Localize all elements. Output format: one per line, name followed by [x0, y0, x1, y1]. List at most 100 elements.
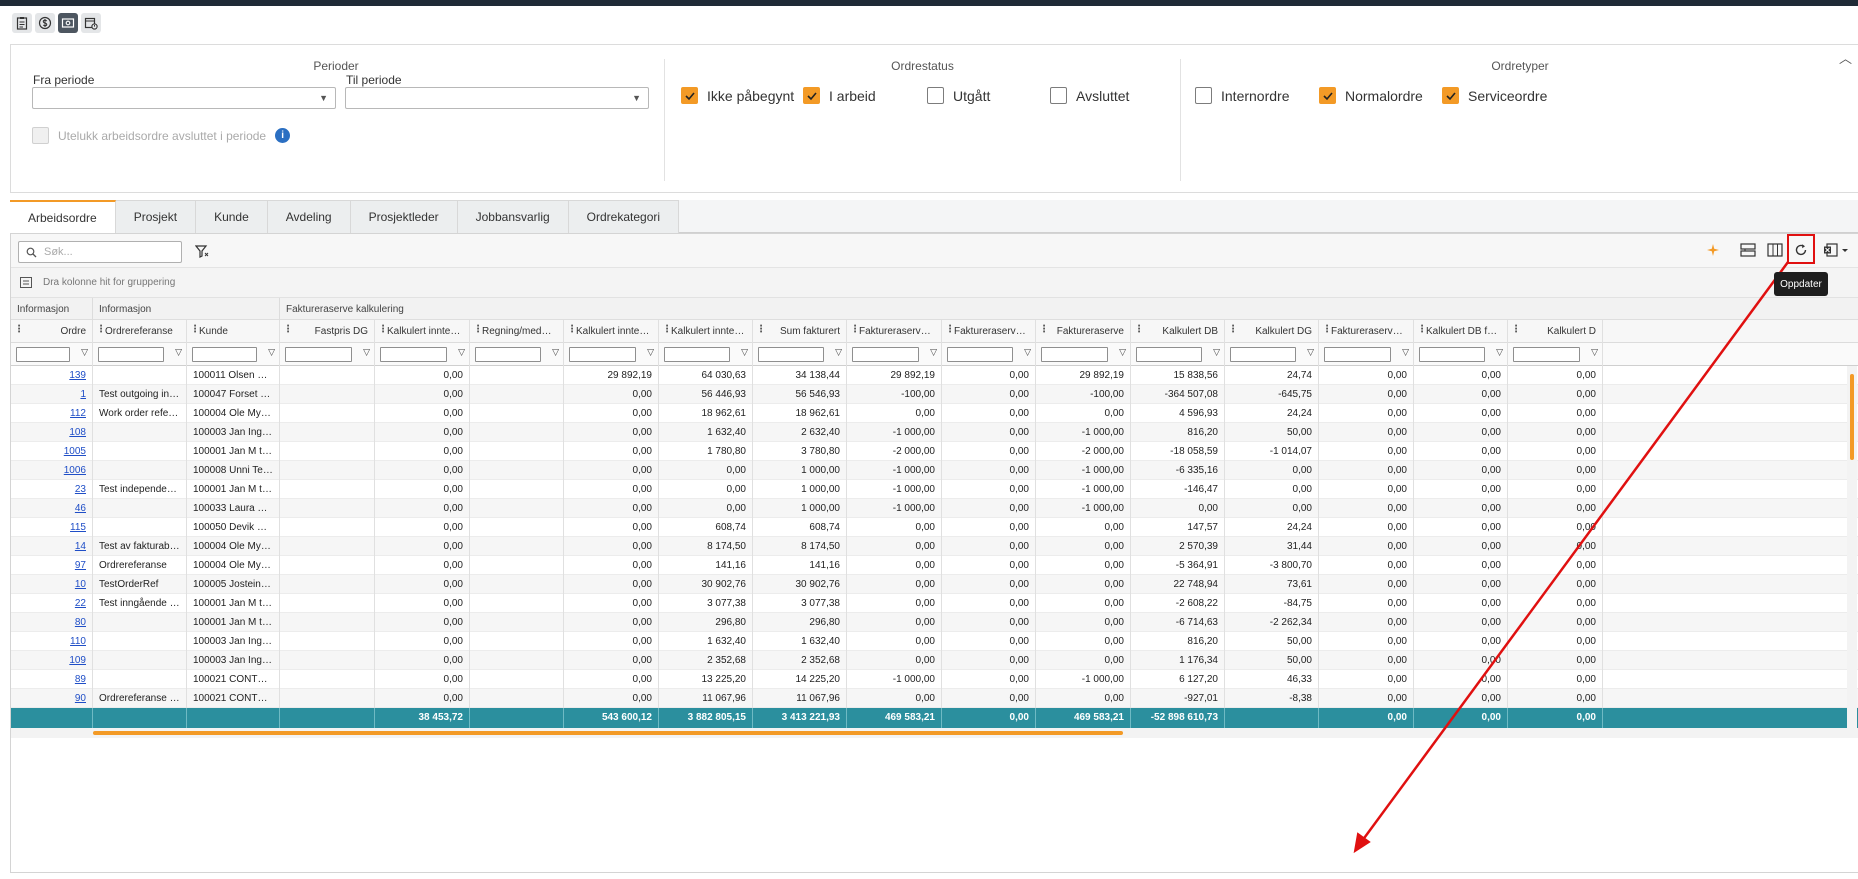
- column-header[interactable]: ⋮ Kunde: [187, 320, 280, 343]
- column-header[interactable]: ⋮ Kalkulert DB forr...: [1414, 320, 1508, 343]
- column-menu-icon[interactable]: ⋮: [1134, 324, 1144, 335]
- column-header[interactable]: ⋮ Kalkulert inntekt ...: [375, 320, 470, 343]
- table-row[interactable]: 23Test independent wa...100001 Jan M tes…: [11, 480, 1858, 499]
- column-menu-icon[interactable]: ⋮: [283, 324, 293, 335]
- dollar-icon[interactable]: [35, 13, 55, 33]
- order-link[interactable]: 10: [11, 575, 93, 594]
- column-filter-input[interactable]: [664, 347, 730, 362]
- order-link[interactable]: 1: [11, 385, 93, 404]
- order-link[interactable]: 108: [11, 423, 93, 442]
- table-row[interactable]: 97 Ordrereferanse 100004 Ole Mydland 0,00 0,…: [11, 556, 1858, 575]
- fra-periode-select[interactable]: ▼: [32, 87, 336, 109]
- column-menu-icon[interactable]: ⋮: [1322, 324, 1332, 335]
- column-header[interactable]: ⋮ Kalkulert DG: [1225, 320, 1319, 343]
- order-link[interactable]: 110: [11, 632, 93, 651]
- table-row[interactable]: 89100021 CONTRACTI...0,000,0013 225,2014…: [11, 670, 1858, 689]
- order-link[interactable]: 80: [11, 613, 93, 632]
- filter-funnel-icon[interactable]: ▽: [1496, 347, 1503, 358]
- column-filter-input[interactable]: [16, 347, 70, 362]
- status-ikke-paabegynt-checkbox[interactable]: Ikke påbegynt: [681, 87, 794, 104]
- table-row[interactable]: 109100003 Jan Inge Høn...0,000,002 352,6…: [11, 651, 1858, 670]
- column-header[interactable]: ⋮ Ordrereferanse: [93, 320, 187, 343]
- column-filter-input[interactable]: [98, 347, 164, 362]
- clipboard-icon[interactable]: [12, 13, 32, 33]
- column-filter-input[interactable]: [758, 347, 824, 362]
- scroll-thumb[interactable]: [93, 731, 1123, 735]
- calendar-clock-icon[interactable]: [81, 13, 101, 33]
- tab-jobbansvarlig[interactable]: Jobbansvarlig: [457, 200, 569, 233]
- table-row[interactable]: 14Test av fakturablankett100004 Ole Mydl…: [11, 537, 1858, 556]
- tab-prosjektleder[interactable]: Prosjektleder: [350, 200, 458, 233]
- table-row[interactable]: 112 Work order reference 100004 Ole Mydlan…: [11, 404, 1858, 423]
- column-menu-icon[interactable]: ⋮: [473, 324, 483, 335]
- order-link[interactable]: 22: [11, 594, 93, 613]
- table-row[interactable]: 10TestOrderRef100005 Jostein Aand... 0,00…: [11, 575, 1858, 594]
- column-filter-input[interactable]: [1041, 347, 1108, 362]
- column-menu-icon[interactable]: ⋮: [1417, 324, 1427, 335]
- column-menu-icon[interactable]: ⋮: [756, 324, 766, 335]
- column-header[interactable]: ⋮ Kalkulert inntekt ...: [564, 320, 659, 343]
- order-link[interactable]: 97: [11, 556, 93, 575]
- column-menu-icon[interactable]: ⋮: [567, 324, 577, 335]
- filter-funnel-icon[interactable]: ▽: [1307, 347, 1314, 358]
- table-row[interactable]: 1005100001 Jan M test en...0,000,001 780…: [11, 442, 1858, 461]
- tab-arbeidsordre[interactable]: Arbeidsordre: [10, 200, 116, 233]
- table-row[interactable]: 139 100011 Olsen Roger 0,00 29 892,19 64 030…: [11, 366, 1858, 385]
- order-link[interactable]: 139: [11, 366, 93, 385]
- filter-clear-icon[interactable]: [195, 245, 209, 258]
- search-input[interactable]: Søk...: [18, 241, 182, 263]
- filter-funnel-icon[interactable]: ▽: [81, 347, 88, 358]
- order-link[interactable]: 109: [11, 651, 93, 670]
- tab-kunde[interactable]: Kunde: [196, 200, 268, 233]
- type-serviceordre-checkbox[interactable]: Serviceordre: [1442, 87, 1547, 104]
- type-internordre-checkbox[interactable]: Internordre: [1195, 87, 1289, 104]
- column-header[interactable]: ⋮ Faktureraserve: [1036, 320, 1131, 343]
- tab-avdeling[interactable]: Avdeling: [267, 200, 351, 233]
- column-header[interactable]: ⋮ Kalkulert D: [1508, 320, 1603, 343]
- column-header[interactable]: ⋮ Ordre: [11, 320, 93, 343]
- table-row[interactable]: 90Ordrereferanse Work...100021 CONTRACTI…: [11, 689, 1858, 708]
- filter-funnel-icon[interactable]: ▽: [930, 347, 937, 358]
- column-menu-icon[interactable]: ⋮: [1511, 324, 1521, 335]
- table-row[interactable]: 1006100008 Unni Test Ku...0,000,000,001 …: [11, 461, 1858, 480]
- column-filter-input[interactable]: [1324, 347, 1391, 362]
- table-row[interactable]: 110100003 Jan Inge Høn...0,000,001 632,4…: [11, 632, 1858, 651]
- column-header[interactable]: ⋮Faktureraserve k...: [847, 320, 942, 343]
- filter-funnel-icon[interactable]: ▽: [1402, 347, 1409, 358]
- order-link[interactable]: 112: [11, 404, 93, 423]
- filter-funnel-icon[interactable]: ▽: [363, 347, 370, 358]
- tab-prosjekt[interactable]: Prosjekt: [115, 200, 197, 233]
- filter-funnel-icon[interactable]: ▽: [268, 347, 275, 358]
- order-link[interactable]: 1006: [11, 461, 93, 480]
- type-normalordre-checkbox[interactable]: Normalordre: [1319, 87, 1423, 104]
- column-menu-icon[interactable]: ⋮: [662, 324, 672, 335]
- column-filter-input[interactable]: [475, 347, 541, 362]
- order-link[interactable]: 90: [11, 689, 93, 708]
- table-row[interactable]: 46 100033 Laura Tucker 0,00 0,00 0,00 1 000,0…: [11, 499, 1858, 518]
- column-filter-input[interactable]: [852, 347, 919, 362]
- filter-funnel-icon[interactable]: ▽: [1024, 347, 1031, 358]
- column-menu-icon[interactable]: ⋮: [945, 324, 955, 335]
- column-filter-input[interactable]: [285, 347, 352, 362]
- order-link[interactable]: 89: [11, 670, 93, 689]
- filter-funnel-icon[interactable]: ▽: [1213, 347, 1220, 358]
- info-icon[interactable]: i: [275, 128, 291, 143]
- column-menu-icon[interactable]: ⋮: [96, 324, 106, 335]
- status-utgaatt-checkbox[interactable]: Utgått: [927, 87, 990, 104]
- filter-funnel-icon[interactable]: ▽: [175, 347, 182, 358]
- column-header[interactable]: ⋮ Regning/medgåt...: [470, 320, 564, 343]
- column-filter-input[interactable]: [380, 347, 447, 362]
- tab-ordrekategori[interactable]: Ordrekategori: [568, 200, 680, 233]
- status-i-arbeid-checkbox[interactable]: I arbeid: [803, 87, 876, 104]
- column-header[interactable]: ⋮ Sum fakturert: [753, 320, 847, 343]
- filter-funnel-icon[interactable]: ▽: [458, 347, 465, 358]
- table-row[interactable]: 1 Test outgoing invoic... 100047 Forset Gr…: [11, 385, 1858, 404]
- column-header[interactable]: ⋮ Kalkulert DB: [1131, 320, 1225, 343]
- group-drop-zone[interactable]: Dra kolonne hit for gruppering: [11, 268, 1858, 298]
- column-header[interactable]: ⋮ Fastpris DG: [280, 320, 375, 343]
- column-filter-input[interactable]: [1513, 347, 1580, 362]
- order-link[interactable]: 46: [11, 499, 93, 518]
- vertical-scrollbar[interactable]: [1847, 366, 1857, 728]
- order-link[interactable]: 115: [11, 518, 93, 537]
- column-filter-input[interactable]: [1230, 347, 1296, 362]
